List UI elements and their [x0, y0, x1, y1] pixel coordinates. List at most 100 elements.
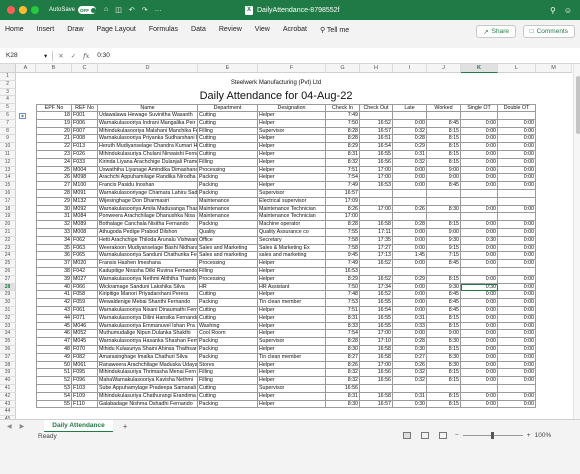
table-cell[interactable] [427, 112, 461, 120]
table-cell[interactable]: 8:30 [427, 353, 461, 362]
table-cell[interactable]: F042 [72, 268, 98, 276]
table-cell[interactable]: 24 [36, 158, 72, 167]
zoom-window-button[interactable] [31, 6, 39, 14]
table-cell[interactable]: 0:00 [461, 291, 498, 300]
table-cell[interactable]: Helper [258, 377, 326, 385]
table-cell[interactable]: 28 [36, 190, 72, 198]
row-header[interactable]: 22 [0, 236, 16, 245]
table-cell[interactable]: 0:00 [498, 400, 536, 409]
tab-view[interactable]: View [255, 26, 270, 33]
table-cell[interactable]: Packing [198, 353, 258, 362]
table-cell[interactable]: F061 [72, 307, 98, 315]
table-cell[interactable]: 0:00 [461, 353, 498, 362]
table-cell[interactable]: Warnakulasooriya Emmanuvel Ishan Pra [98, 322, 198, 331]
table-cell[interactable]: 8:45 [427, 260, 461, 268]
table-cell[interactable]: F008 [72, 135, 98, 144]
table-cell[interactable]: 0:00 [498, 314, 536, 323]
table-cell[interactable]: Tin clean member [258, 353, 326, 362]
row-header[interactable]: 3 [0, 88, 16, 97]
table-cell[interactable]: 0:00 [498, 252, 536, 261]
table-cell[interactable]: Cutting [198, 143, 258, 151]
table-cell[interactable]: 0:33 [393, 322, 427, 331]
spreadsheet-grid[interactable]: A B C D E F G H I J K L M 1 2 3 4 5 6 7 8 9 10 11 12 13 14 15 16 17 18… [0, 64, 573, 419]
table-cell[interactable]: 8:15 [427, 369, 461, 378]
row-header[interactable]: 42 [0, 392, 16, 401]
table-cell[interactable] [498, 190, 536, 198]
table-cell[interactable]: 0:00 [393, 283, 427, 292]
table-cell[interactable] [360, 385, 393, 393]
table-cell[interactable]: 42 [36, 299, 72, 307]
table-cell[interactable]: 8:29 [326, 275, 360, 284]
table-cell[interactable]: M046 [72, 322, 98, 331]
row-header[interactable]: 28 [0, 283, 16, 292]
zoom-slider[interactable] [462, 432, 523, 439]
table-cell[interactable]: Warnakulasooriya Sanduni Chathurika Fer [98, 252, 198, 261]
vertical-scroll-thumb[interactable] [575, 76, 580, 134]
account-icon[interactable]: ☺ [564, 6, 572, 15]
table-cell[interactable] [393, 197, 427, 206]
autosave-toggle[interactable]: OFF [78, 6, 97, 14]
table-cell[interactable]: 9:00 [427, 229, 461, 237]
table-cell[interactable]: HR [198, 283, 258, 292]
table-cell[interactable]: 8:30 [326, 400, 360, 409]
table-cell[interactable]: Filling [198, 268, 258, 276]
table-cell[interactable]: 0:00 [498, 166, 536, 175]
table-cell[interactable]: F065 [72, 252, 98, 261]
table-cell[interactable]: 16:58 [360, 353, 393, 362]
row-header[interactable]: 7 [0, 119, 16, 128]
table-cell[interactable]: 17:13 [360, 252, 393, 261]
table-cell[interactable]: F082 [72, 353, 98, 362]
table-cell[interactable]: Helper [258, 182, 326, 190]
table-cell[interactable]: 0:00 [393, 330, 427, 339]
row-header[interactable]: 12 [0, 158, 16, 167]
table-cell[interactable]: 0:00 [498, 143, 536, 151]
table-cell[interactable]: 8:26 [326, 205, 360, 214]
table-cell[interactable] [498, 112, 536, 120]
table-cell[interactable]: Helper [258, 112, 326, 120]
table-cell[interactable]: M008 [72, 229, 98, 237]
table-cell[interactable] [427, 197, 461, 206]
table-cell[interactable]: Mihidu Kulasuriya Shaini Ahinsa Thathsar [98, 346, 198, 354]
table-cell[interactable]: 8:45 [427, 119, 461, 128]
table-cell[interactable]: Packing [198, 221, 258, 229]
table-cell[interactable]: 0:29 [393, 143, 427, 151]
row-header[interactable]: 20 [0, 221, 16, 229]
table-cell[interactable]: F110 [72, 400, 98, 409]
table-cell[interactable]: 0:00 [498, 151, 536, 159]
table-cell[interactable]: 44 [36, 314, 72, 323]
table-cell[interactable]: 8:26 [326, 361, 360, 370]
row-header[interactable]: 37 [0, 353, 16, 362]
table-cell[interactable]: 41 [36, 291, 72, 300]
table-cell[interactable]: Helper [258, 346, 326, 354]
table-cell[interactable]: Wewaldenige Mebai Shanthi Fernando [98, 299, 198, 307]
table-cell[interactable]: 21 [36, 135, 72, 144]
more-icon[interactable]: … [155, 6, 162, 14]
table-cell[interactable]: 26 [36, 174, 72, 183]
table-cell[interactable]: 0:28 [393, 221, 427, 229]
table-cell[interactable]: 16:56 [360, 158, 393, 167]
table-cell[interactable]: Quality Assurance co [258, 229, 326, 237]
table-cell[interactable]: F062 [72, 236, 98, 245]
table-cell[interactable]: 31 [36, 213, 72, 222]
table-cell[interactable]: 36 [36, 252, 72, 261]
table-cell[interactable]: Cutting [198, 291, 258, 300]
table-cell[interactable]: Maintenance Technician [258, 205, 326, 214]
column-header-a[interactable]: A [16, 64, 36, 73]
table-cell[interactable]: 16:58 [360, 346, 393, 354]
table-cell[interactable]: 0:00 [498, 377, 536, 385]
table-cell[interactable]: 0:00 [393, 174, 427, 183]
row-header[interactable]: 15 [0, 182, 16, 190]
table-cell[interactable]: 8:15 [427, 392, 461, 401]
zoom-slider-knob[interactable] [490, 432, 494, 439]
table-cell[interactable]: Supervisor [258, 338, 326, 346]
table-cell[interactable]: 8:28 [326, 221, 360, 229]
table-cell[interactable]: Warnakulasooriya Nisani Dinaumathi Fern [98, 307, 198, 315]
table-cell[interactable]: M089 [72, 221, 98, 229]
table-cell[interactable]: 16:57 [360, 127, 393, 136]
normal-view-icon[interactable] [403, 432, 411, 439]
table-cell[interactable]: Helper [258, 174, 326, 183]
table-cell[interactable]: Warnakulasooriya Amila Madusanga Thaa [98, 205, 198, 214]
table-cell[interactable]: 17:10 [360, 338, 393, 346]
table-cell[interactable]: Supervisor [258, 385, 326, 393]
row-header[interactable]: 19 [0, 213, 16, 222]
